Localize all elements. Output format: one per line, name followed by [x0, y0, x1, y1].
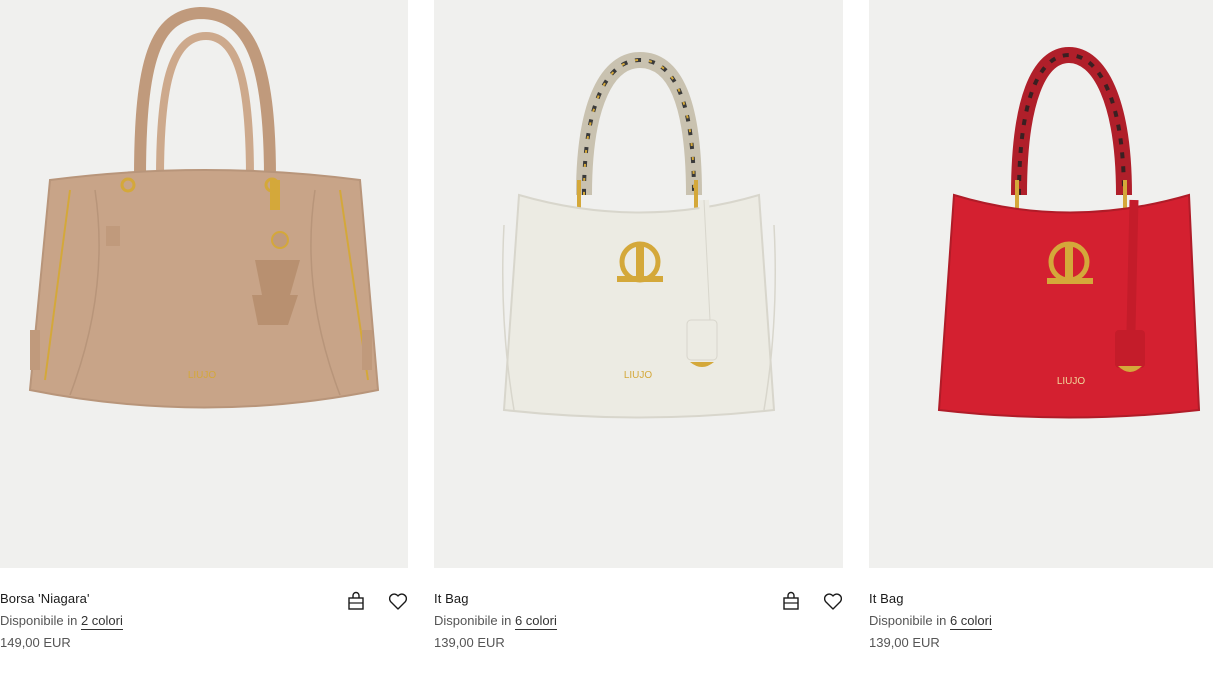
product-availability: Disponibile in 6 colori [434, 612, 843, 630]
product-image-link[interactable]: LIUJO [434, 0, 843, 568]
product-availability: Disponibile in 6 colori [869, 612, 1213, 630]
product-availability: Disponibile in 2 colori [0, 612, 408, 630]
add-to-cart-button[interactable] [345, 590, 367, 612]
shopping-bag-icon [348, 591, 364, 610]
product-card: LIUJO It Bag Disponibile in 6 colori 139… [434, 0, 843, 690]
brand-logo: LIUJO [1057, 376, 1086, 387]
availability-label: Disponibile in [869, 613, 947, 628]
colors-link[interactable]: 6 colori [949, 613, 992, 630]
availability-label: Disponibile in [0, 613, 78, 628]
colors-link[interactable]: 2 colori [80, 613, 123, 630]
colors-link[interactable]: 6 colori [514, 613, 557, 630]
product-name[interactable]: It Bag [869, 590, 1213, 608]
product-card: LIUJO It Bag Disponibile in 6 colori 139… [869, 0, 1213, 690]
product-image-link[interactable]: LIUJO [0, 0, 408, 568]
add-to-cart-button[interactable] [780, 590, 802, 612]
product-image-white-bag: LIUJO [502, 51, 776, 419]
product-image-link[interactable]: LIUJO [869, 0, 1213, 568]
heart-icon [388, 593, 408, 610]
product-grid: LIUJO Borsa 'Niagara' Disponibile in 2 c… [0, 0, 1213, 690]
shopping-bag-icon [783, 591, 799, 610]
product-card: LIUJO Borsa 'Niagara' Disponibile in 2 c… [0, 0, 408, 690]
heart-icon [823, 593, 843, 610]
brand-logo: LIUJO [624, 370, 653, 381]
product-image-red-bag: LIUJO [937, 46, 1201, 419]
wishlist-button[interactable] [387, 590, 409, 612]
product-image-tan-bag: LIUJO [28, 6, 380, 409]
product-price: 139,00 EUR [434, 635, 505, 650]
product-price: 149,00 EUR [0, 635, 71, 650]
wishlist-button[interactable] [822, 590, 844, 612]
product-info: It Bag Disponibile in 6 colori 139,00 EU… [869, 590, 1213, 652]
brand-logo: LIUJO [188, 370, 217, 381]
availability-label: Disponibile in [434, 613, 512, 628]
product-price: 139,00 EUR [869, 635, 940, 650]
